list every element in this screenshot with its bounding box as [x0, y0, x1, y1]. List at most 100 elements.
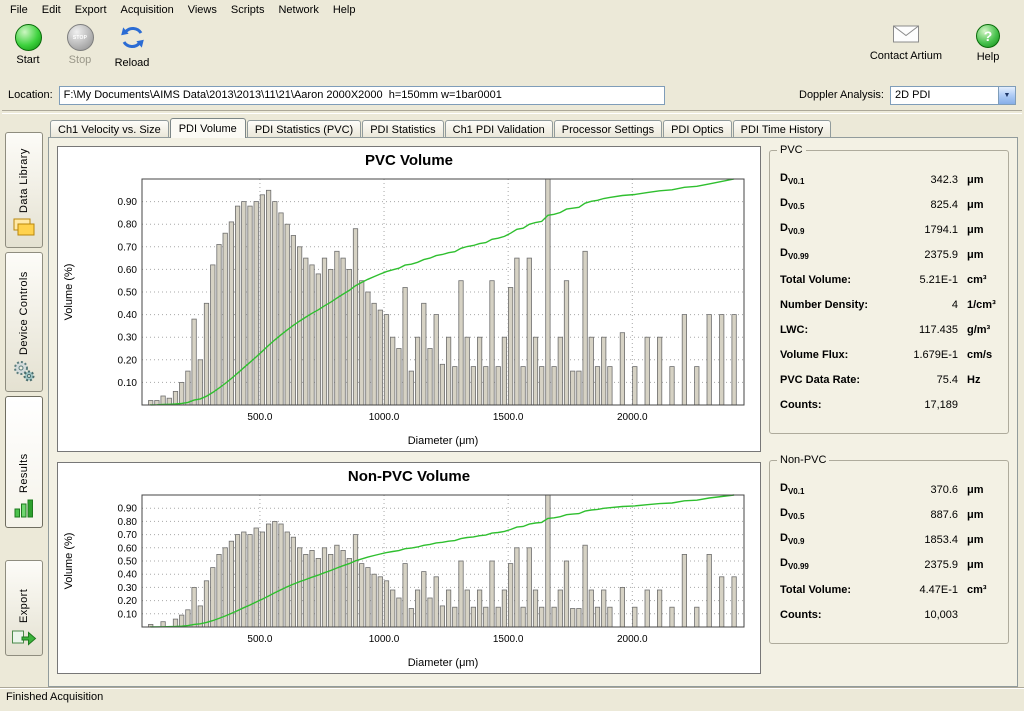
envelope-icon	[892, 24, 920, 47]
svg-text:Diameter (μm): Diameter (μm)	[408, 657, 479, 669]
menu-network[interactable]: Network	[271, 2, 325, 18]
stat-value: 887.6	[886, 509, 958, 521]
stat-row: DV0.91853.4μm	[780, 527, 1000, 552]
location-label: Location:	[8, 89, 53, 101]
stat-unit: cm³	[958, 584, 1000, 596]
svg-text:0.10: 0.10	[118, 378, 138, 389]
svg-text:Volume (%): Volume (%)	[63, 533, 75, 590]
svg-text:0.30: 0.30	[118, 583, 138, 594]
svg-text:500.0: 500.0	[247, 634, 272, 645]
charts-column: PVC Volume 500.01000.01500.02000.00.100.…	[57, 146, 761, 678]
sidebar-item-data-library[interactable]: Data Library	[5, 132, 43, 248]
svg-text:0.30: 0.30	[118, 333, 138, 344]
tab-ch1-velocity-vs-size[interactable]: Ch1 Velocity vs. Size	[50, 120, 169, 138]
stat-row: DV0.992375.9μm	[780, 552, 1000, 577]
tab-pdi-optics[interactable]: PDI Optics	[663, 120, 732, 138]
help-button[interactable]: ? Help	[966, 22, 1010, 65]
svg-text:500.0: 500.0	[247, 412, 272, 423]
doppler-analysis-value: 2D PDI	[891, 88, 998, 102]
svg-text:Volume (%): Volume (%)	[63, 264, 75, 321]
tab-pdi-statistics[interactable]: PDI Statistics	[362, 120, 443, 138]
stat-unit: μm	[958, 484, 1000, 496]
help-label: Help	[977, 51, 1000, 63]
tab-control: Ch1 Velocity vs. SizePDI VolumePDI Stati…	[48, 116, 1018, 687]
sidebar-item-device-controls[interactable]: Device Controls	[5, 252, 43, 392]
tab-ch1-pdi-validation[interactable]: Ch1 PDI Validation	[445, 120, 553, 138]
stat-value: 10,003	[886, 609, 958, 621]
svg-text:0.10: 0.10	[118, 609, 138, 620]
stat-label: DV0.5	[780, 507, 886, 521]
svg-text:0.70: 0.70	[118, 530, 138, 541]
pvc-volume-plot: 500.01000.01500.02000.00.100.200.300.400…	[58, 171, 760, 451]
tab-pdi-statistics-pvc[interactable]: PDI Statistics (PVC)	[247, 120, 361, 138]
reload-icon	[119, 24, 146, 54]
svg-text:2000.0: 2000.0	[617, 412, 648, 423]
stat-label: DV0.99	[780, 247, 886, 261]
toolbar: Start STOP Stop Reload	[0, 19, 1024, 80]
svg-text:2000.0: 2000.0	[617, 634, 648, 645]
doppler-analysis-select[interactable]: 2D PDI ▼	[890, 86, 1016, 105]
stat-row: DV0.1370.6μm	[780, 477, 1000, 502]
tab-pdi-time-history[interactable]: PDI Time History	[733, 120, 832, 138]
stat-value: 4	[886, 299, 958, 311]
main-area: Data Library Device Controls Results Export…	[0, 114, 1024, 687]
stop-button[interactable]: STOP Stop	[58, 22, 102, 71]
stat-label: Total Volume:	[780, 584, 886, 596]
menu-acquisition[interactable]: Acquisition	[114, 2, 181, 18]
doppler-analysis-label: Doppler Analysis:	[799, 89, 884, 101]
menu-export[interactable]: Export	[68, 2, 114, 18]
stat-label: Counts:	[780, 609, 886, 621]
stat-unit: μm	[958, 534, 1000, 546]
stat-value: 825.4	[886, 199, 958, 211]
stat-label: Number Density:	[780, 299, 886, 311]
contact-artium-label: Contact Artium	[870, 50, 942, 62]
location-input[interactable]	[59, 86, 665, 105]
non-pvc-volume-chart: Non-PVC Volume 500.01000.01500.02000.00.…	[57, 462, 761, 674]
menu-bar: FileEditExportAcquisitionViewsScriptsNet…	[0, 0, 1024, 19]
contact-artium-button[interactable]: Contact Artium	[866, 22, 946, 65]
stat-label: LWC:	[780, 324, 886, 336]
stat-label: PVC Data Rate:	[780, 374, 886, 386]
svg-text:0.80: 0.80	[118, 517, 138, 528]
pvc-volume-chart: PVC Volume 500.01000.01500.02000.00.100.…	[57, 146, 761, 452]
start-button[interactable]: Start	[6, 22, 50, 71]
svg-text:0.50: 0.50	[118, 557, 138, 568]
pdi-volume-panel: PVC Volume 500.01000.01500.02000.00.100.…	[48, 137, 1018, 687]
chart-title: Non-PVC Volume	[58, 463, 760, 487]
sidebar-item-export[interactable]: Export	[5, 560, 43, 656]
stat-unit: g/m³	[958, 324, 1000, 336]
chevron-down-icon[interactable]: ▼	[998, 87, 1015, 104]
svg-text:1500.0: 1500.0	[493, 412, 524, 423]
stat-unit: Hz	[958, 374, 1000, 386]
menu-help[interactable]: Help	[326, 2, 363, 18]
stat-row: DV0.992375.9μm	[780, 242, 1000, 267]
menu-file[interactable]: File	[3, 2, 35, 18]
stat-row: Counts:17,189	[780, 392, 1000, 417]
svg-text:1000.0: 1000.0	[369, 412, 400, 423]
svg-text:0.40: 0.40	[118, 570, 138, 581]
stat-unit: cm/s	[958, 349, 1000, 361]
stat-label: DV0.9	[780, 532, 886, 546]
stat-label: Total Volume:	[780, 274, 886, 286]
reload-button[interactable]: Reload	[110, 22, 154, 71]
gears-icon	[12, 359, 36, 386]
stat-value: 117.435	[886, 324, 958, 336]
status-text: Finished Acquisition	[6, 691, 103, 703]
stat-row: PVC Data Rate:75.4Hz	[780, 367, 1000, 392]
stat-value: 342.3	[886, 174, 958, 186]
stat-value: 370.6	[886, 484, 958, 496]
tab-pdi-volume[interactable]: PDI Volume	[170, 118, 246, 138]
stat-row: LWC:117.435g/m³	[780, 317, 1000, 342]
svg-text:0.50: 0.50	[118, 288, 138, 299]
stat-label: Volume Flux:	[780, 349, 886, 361]
svg-text:1500.0: 1500.0	[493, 634, 524, 645]
svg-text:0.20: 0.20	[118, 596, 138, 607]
menu-scripts[interactable]: Scripts	[224, 2, 272, 18]
side-tab-bar: Data Library Device Controls Results Export	[0, 116, 48, 687]
menu-views[interactable]: Views	[181, 2, 224, 18]
tab-processor-settings[interactable]: Processor Settings	[554, 120, 662, 138]
menu-edit[interactable]: Edit	[35, 2, 68, 18]
sidebar-item-results[interactable]: Results	[5, 396, 43, 528]
stat-label: DV0.9	[780, 222, 886, 236]
svg-text:0.70: 0.70	[118, 242, 138, 253]
